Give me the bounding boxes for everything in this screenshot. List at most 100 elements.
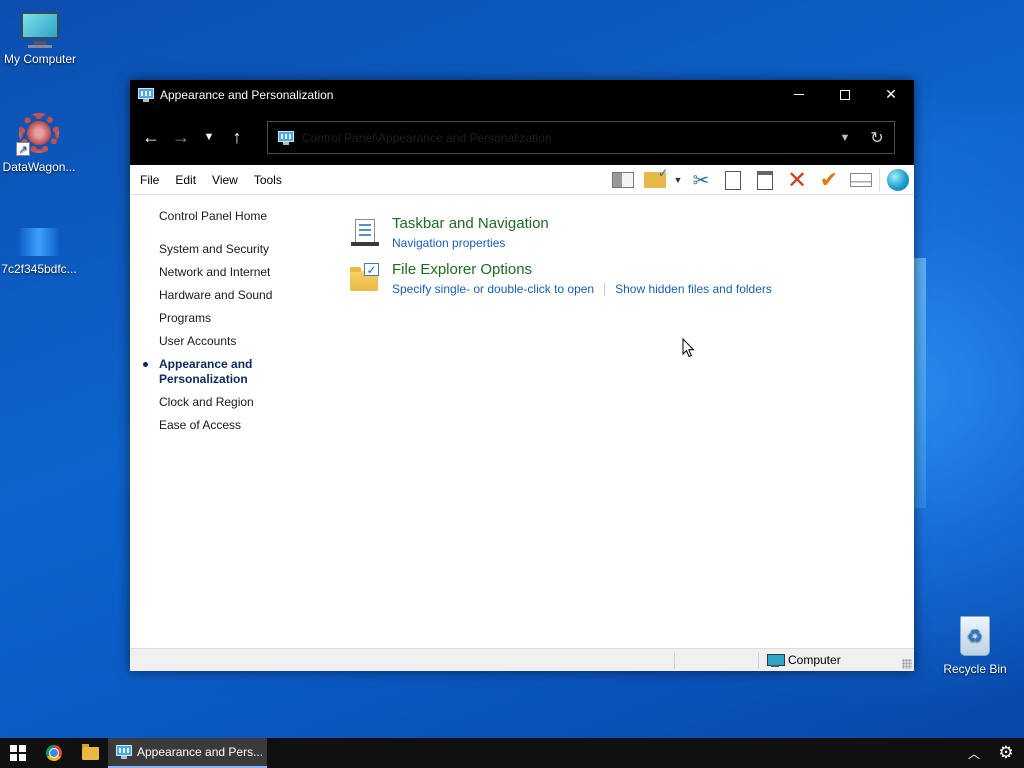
taskbar: Appearance and Pers... ︿ ⚙ [0,738,1024,768]
internet-button[interactable] [882,165,914,195]
folder-options-dropdown[interactable]: ▼ [671,165,685,195]
arrow-right-icon: → [172,126,190,147]
control-panel-window: Appearance and Personalization ✕ ← → ▼ ↑… [130,80,914,671]
minimize-icon [794,94,804,95]
folder-options-button[interactable] [639,165,671,195]
show-hidden-icons-button[interactable]: ︿ [960,745,988,762]
globe-icon [887,169,909,191]
start-button[interactable] [0,738,36,768]
paste-button[interactable] [749,165,781,195]
recent-locations-button[interactable]: ▼ [196,122,222,152]
section-file-explorer-options: ✓ File Explorer Options Specify single- … [348,261,772,296]
monitor-icon [19,10,61,48]
control-panel-icon [278,130,294,145]
maximize-icon [840,89,850,100]
arrow-up-icon: ↑ [232,126,242,147]
minimize-button[interactable] [776,80,822,109]
sidebar-item-user-accounts[interactable]: User Accounts [159,334,319,349]
taskbar-file-explorer[interactable] [72,738,108,768]
close-icon: ✕ [885,86,897,102]
desktop-icon-file[interactable]: 7c2f345bdfc... [0,226,79,276]
link-divider [604,282,606,296]
link-show-hidden-files[interactable]: Show hidden files and folders [615,282,772,296]
delete-button[interactable]: ✕ [781,165,813,195]
scissors-icon: ✂ [692,169,710,192]
address-bar[interactable]: Control Panel\Appearance and Personaliza… [267,121,895,154]
folder-check-icon [644,166,668,188]
chrome-icon [46,745,62,761]
preview-pane-button[interactable] [607,165,639,195]
sidebar-item-appearance-personalization[interactable]: Appearance and Personalization [143,357,319,387]
folder-icon [81,743,99,760]
rename-button[interactable] [845,165,877,195]
sidebar-item-network-internet[interactable]: Network and Internet [159,265,319,280]
sidebar-item-ease-of-access[interactable]: Ease of Access [159,418,319,433]
chevron-down-icon: ▼ [203,131,215,143]
desktop-icon-label: Recycle Bin [943,662,1007,676]
link-single-double-click[interactable]: Specify single- or double-click to open [392,282,594,296]
desktop-icon-datawagon[interactable]: ↗ DataWagon... [0,110,79,174]
folder-options-icon[interactable]: ✓ [348,261,382,295]
checkmark-icon: ✔ [819,167,839,192]
toolbar: ▼ ✂ ✕ ✔ [607,165,914,195]
apply-button[interactable]: ✔ [813,165,845,195]
sidebar-item-programs[interactable]: Programs [159,311,319,326]
section-taskbar-navigation: Taskbar and Navigation Navigation proper… [348,215,549,250]
gear-icon: ⚙ [998,743,1014,762]
taskbar-task-control-panel[interactable]: Appearance and Pers... [108,738,267,768]
taskbar-navigation-icon[interactable] [348,215,382,249]
system-tray: ︿ ⚙ [960,738,1024,768]
menu-bar: File Edit View Tools ▼ ✂ ✕ ✔ [130,165,914,195]
rename-icon [850,173,872,187]
resize-grip[interactable] [902,659,912,669]
sidebar-control-panel-home[interactable]: Control Panel Home [159,209,267,223]
status-location-label: Computer [788,653,841,667]
refresh-button[interactable]: ↻ [860,128,894,148]
back-button[interactable]: ← [136,122,166,152]
close-button[interactable]: ✕ [868,80,914,109]
section-title[interactable]: Taskbar and Navigation [392,215,549,233]
copy-icon [725,166,746,190]
sidebar-item-system-security[interactable]: System and Security [159,242,319,257]
navigation-bar: ← → ▼ ↑ Control Panel\Appearance and Per… [130,109,914,165]
desktop-icon-recycle-bin[interactable]: ♻ Recycle Bin [935,612,1015,676]
address-path[interactable]: Control Panel\Appearance and Personaliza… [302,131,830,145]
copy-button[interactable] [717,165,749,195]
desktop-icon-label: My Computer [3,52,77,66]
maximize-button[interactable] [822,80,868,109]
menu-file[interactable]: File [132,173,167,187]
image-file-icon [17,226,61,258]
control-panel-icon [138,87,154,102]
computer-icon [767,653,785,667]
arrow-left-icon: ← [142,126,160,147]
up-button[interactable]: ↑ [222,122,252,152]
shortcut-arrow-icon: ↗ [16,142,30,156]
desktop-icon-label: 7c2f345bdfc... [1,262,77,276]
section-title[interactable]: File Explorer Options [392,261,772,279]
desktop-icon-label: DataWagon... [2,160,76,174]
menu-edit[interactable]: Edit [167,173,204,187]
status-divider [758,652,759,669]
wallpaper-light-pane [914,258,926,508]
sidebar-item-clock-region[interactable]: Clock and Region [159,395,319,410]
menu-tools[interactable]: Tools [246,173,290,187]
taskbar-chrome[interactable] [36,738,72,768]
status-divider [674,652,675,669]
link-navigation-properties[interactable]: Navigation properties [392,236,505,250]
refresh-icon: ↻ [870,129,884,147]
desktop-icon-my-computer[interactable]: My Computer [0,10,80,66]
cut-button[interactable]: ✂ [685,165,717,195]
x-delete-icon: ✕ [786,166,808,194]
address-dropdown-button[interactable]: ▼ [830,132,860,144]
window-title: Appearance and Personalization [160,87,334,102]
settings-tray-button[interactable]: ⚙ [988,743,1024,763]
sidebar-category-list: System and Security Network and Internet… [143,242,319,441]
chevron-up-icon: ︿ [967,746,980,761]
sidebar-item-hardware-sound[interactable]: Hardware and Sound [159,288,319,303]
clipboard-icon [757,170,773,190]
control-panel-icon [116,745,132,759]
content-area: Control Panel Home System and Security N… [130,195,914,648]
title-bar[interactable]: Appearance and Personalization ✕ [130,80,914,109]
menu-view[interactable]: View [204,173,246,187]
forward-button[interactable]: → [166,122,196,152]
